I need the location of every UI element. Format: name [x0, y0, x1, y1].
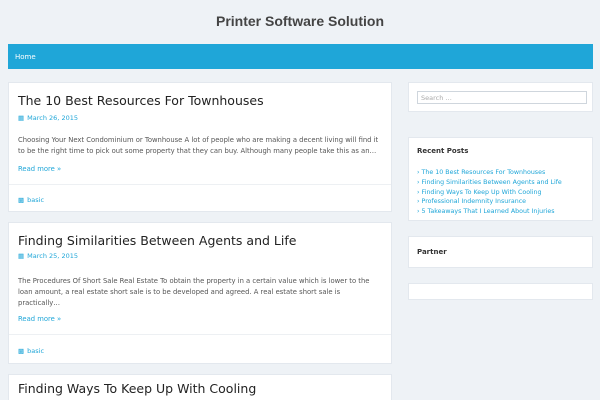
recent-post-link[interactable]: 5 Takeaways That I Learned About Injurie…: [422, 208, 555, 215]
post-card: Finding Ways To Keep Up With Cooling: [8, 374, 392, 400]
post-excerpt: Choosing Your Next Condominium or Townho…: [18, 136, 379, 155]
post-category[interactable]: ▩ basic: [18, 347, 44, 355]
post-date[interactable]: ▦ March 25, 2015: [18, 252, 78, 260]
empty-widget: [408, 283, 593, 300]
post-footer: ▩ basic: [9, 184, 391, 212]
chevron-right-icon: ›: [417, 208, 420, 216]
read-more-link[interactable]: Read more »: [18, 315, 61, 323]
widget-title: Partner: [417, 248, 447, 256]
search-input[interactable]: [417, 91, 587, 104]
list-item: › Finding Ways To Keep Up With Cooling: [417, 188, 589, 198]
recent-post-link[interactable]: The 10 Best Resources For Townhouses: [422, 169, 546, 176]
partner-widget: Partner: [408, 236, 593, 268]
chevron-right-icon: ›: [417, 169, 420, 176]
post-title[interactable]: Finding Ways To Keep Up With Cooling: [18, 381, 256, 396]
main-nav: Home: [8, 44, 593, 69]
list-item: › The 10 Best Resources For Townhouses: [417, 168, 589, 178]
recent-post-link[interactable]: Professional Indemnity Insurance: [422, 198, 527, 205]
search-widget: [408, 82, 593, 112]
post-card: Finding Similarities Between Agents and …: [8, 222, 392, 364]
recent-post-link[interactable]: Finding Ways To Keep Up With Cooling: [422, 189, 542, 196]
recent-post-link[interactable]: Finding Similarities Between Agents and …: [422, 179, 562, 186]
recent-posts-widget: Recent Posts › The 10 Best Resources For …: [408, 137, 593, 221]
list-item: › Professional Indemnity Insurance: [417, 197, 589, 207]
post-excerpt: The Procedures Of Short Sale Real Estate…: [18, 277, 370, 307]
calendar-icon: ▦: [18, 114, 25, 122]
post-title[interactable]: Finding Similarities Between Agents and …: [18, 233, 296, 248]
chevron-right-icon: ›: [417, 178, 420, 186]
post-footer: ▩ basic: [9, 334, 391, 364]
post-date[interactable]: ▦ March 26, 2015: [18, 114, 78, 122]
post-card: The 10 Best Resources For Townhouses ▦ Ma…: [8, 82, 392, 212]
post-category[interactable]: ▩ basic: [18, 196, 44, 204]
widget-title: Recent Posts: [417, 147, 469, 155]
folder-icon: ▩: [18, 347, 25, 355]
chevron-right-icon: ›: [417, 198, 420, 206]
list-item: › Finding Similarities Between Agents and…: [417, 178, 589, 188]
site-header: Printer Software Solution: [0, 0, 600, 44]
folder-icon: ▩: [18, 196, 25, 204]
nav-item-home[interactable]: Home: [8, 45, 43, 70]
recent-posts-list: › The 10 Best Resources For Townhouses › F…: [417, 168, 589, 217]
site-title[interactable]: Printer Software Solution: [0, 0, 600, 29]
post-title[interactable]: The 10 Best Resources For Townhouses: [18, 93, 264, 108]
chevron-right-icon: ›: [417, 188, 420, 196]
read-more-link[interactable]: Read more »: [18, 165, 61, 173]
list-item: › 5 Takeaways That I Learned About Injuri…: [417, 207, 589, 217]
calendar-icon: ▦: [18, 252, 25, 260]
